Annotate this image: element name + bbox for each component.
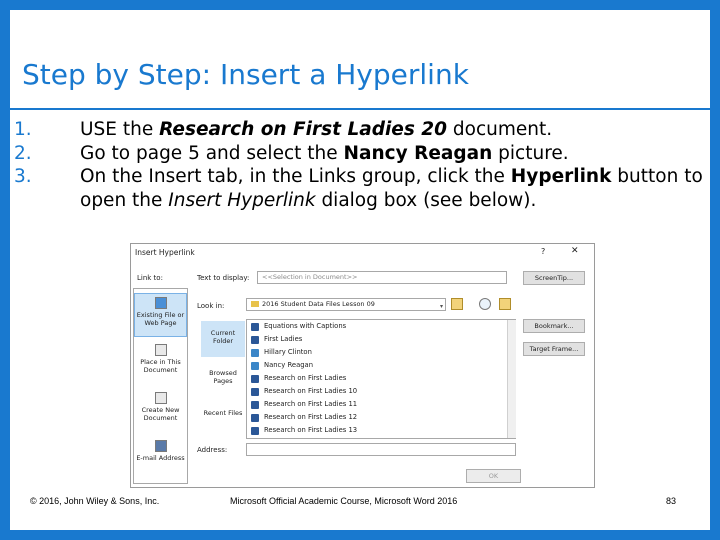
bookmark-button[interactable]: Bookmark... <box>523 319 585 333</box>
screentip-button[interactable]: ScreenTip... <box>523 271 585 285</box>
step-item: 3. On the Insert tab, in the Links group,… <box>14 165 704 212</box>
email-icon <box>154 440 167 452</box>
step-text-part: USE the <box>80 119 160 140</box>
look-in-select[interactable]: 2016 Student Data Files Lesson 09 ▾ <box>246 298 446 311</box>
picture-icon <box>251 362 259 370</box>
file-list-item[interactable]: Research on First Ladies 12 <box>247 411 515 424</box>
file-name: First Ladies <box>264 335 303 343</box>
folder-up-icon[interactable] <box>451 298 463 310</box>
address-input[interactable] <box>246 443 516 456</box>
word-doc-icon <box>251 323 259 331</box>
globe-icon <box>154 297 167 309</box>
text-to-display-label: Text to display: <box>197 274 250 282</box>
link-to-label: Link to: <box>137 274 163 282</box>
file-name: Nancy Reagan <box>264 361 314 369</box>
file-list-item[interactable]: Nancy Reagan <box>247 359 515 372</box>
step-text-part: Insert Hyperlink <box>168 189 316 211</box>
link-to-item[interactable]: Create New Document <box>134 389 187 433</box>
link-to-item-label: E-mail Address <box>136 454 185 462</box>
file-name: Research on First Ladies 13 <box>264 426 358 434</box>
word-doc-icon <box>251 427 259 435</box>
step-text-part: dialog box (see below). <box>315 189 537 211</box>
document-icon <box>154 344 167 356</box>
file-list-item[interactable]: Research on First Ladies 11 <box>247 398 515 411</box>
link-to-item-label: Create New Document <box>141 406 180 422</box>
new-document-icon <box>154 392 167 404</box>
step-text-part: On the Insert tab, in the Links group, c… <box>80 166 511 187</box>
step-text-part: Go to page 5 and select the <box>80 142 344 164</box>
word-doc-icon <box>251 388 259 396</box>
look-in-value: 2016 Student Data Files Lesson 09 <box>262 300 375 308</box>
step-text: USE the Research on First Ladies 20 docu… <box>80 119 552 140</box>
insert-hyperlink-dialog: Insert Hyperlink ? ✕ Link to: Text to di… <box>130 243 595 488</box>
file-name: Research on First Ladies 11 <box>264 400 358 408</box>
look-in-label: Look in: <box>197 302 225 310</box>
step-number: 3. <box>14 166 32 187</box>
file-name: Research on First Ladies 12 <box>264 413 358 421</box>
step-number: 1. <box>14 119 32 140</box>
link-to-item-label: Place in This Document <box>140 358 181 374</box>
file-list-item[interactable]: Research on First Ladies 13 <box>247 424 515 437</box>
word-doc-icon <box>251 414 259 422</box>
close-button[interactable]: ✕ <box>571 246 579 256</box>
address-label: Address: <box>197 446 228 454</box>
step-text-part: Research on First Ladies 20 <box>159 119 448 140</box>
link-to-item-label: Existing File or Web Page <box>136 311 185 327</box>
footer-copyright: © 2016, John Wiley & Sons, Inc. <box>30 496 160 506</box>
folder-icon <box>251 301 259 307</box>
file-list: Equations with Captions First Ladies Hilla… <box>246 319 516 439</box>
file-name: Research on First Ladies 10 <box>264 387 358 395</box>
step-item: 2. Go to page 5 and select the Nancy Reag… <box>14 142 704 166</box>
link-to-item[interactable]: Place in This Document <box>134 341 187 385</box>
folder-view-item[interactable]: Current Folder <box>201 321 245 357</box>
folder-view-item[interactable]: Recent Files <box>201 401 245 437</box>
slide-title: Step by Step: Insert a Hyperlink <box>22 58 469 91</box>
step-text-part: Hyperlink <box>510 166 612 187</box>
step-text: Go to page 5 and select the Nancy Reagan… <box>80 143 569 164</box>
file-list-item[interactable]: Hillary Clinton <box>247 346 515 359</box>
link-to-item[interactable]: Existing File or Web Page <box>134 293 187 337</box>
help-button[interactable]: ? <box>541 247 545 256</box>
text-to-display-input[interactable]: <<Selection in Document>> <box>257 271 507 284</box>
file-list-item[interactable]: Research on First Ladies 10 <box>247 385 515 398</box>
file-list-scrollbar[interactable] <box>507 320 516 438</box>
link-to-item[interactable]: E-mail Address <box>134 437 187 481</box>
slide: Step by Step: Insert a Hyperlink 1. USE t… <box>0 0 720 540</box>
title-divider <box>10 108 710 110</box>
footer-course: Microsoft Official Academic Course, Micr… <box>230 496 458 506</box>
file-list-item[interactable]: Research on First Ladies <box>247 372 515 385</box>
word-doc-icon <box>251 336 259 344</box>
dialog-title: Insert Hyperlink <box>135 248 195 257</box>
step-number: 2. <box>14 142 32 164</box>
ok-button[interactable]: OK <box>466 469 521 483</box>
step-item: 1. USE the Research on First Ladies 20 do… <box>14 118 704 142</box>
word-doc-icon <box>251 375 259 383</box>
open-folder-icon[interactable] <box>499 298 511 310</box>
folder-view-panel: Current Folder Browsed Pages Recent Files <box>201 319 245 439</box>
file-name: Research on First Ladies <box>264 374 347 382</box>
file-list-item[interactable]: First Ladies <box>247 333 515 346</box>
file-list-item[interactable]: Equations with Captions <box>247 320 515 333</box>
target-frame-button[interactable]: Target Frame... <box>523 342 585 356</box>
file-name: Hillary Clinton <box>264 348 312 356</box>
link-to-panel: Existing File or Web Page Place in This D… <box>133 288 188 484</box>
folder-view-item[interactable]: Browsed Pages <box>201 361 245 397</box>
chevron-down-icon: ▾ <box>439 303 443 310</box>
footer-page-number: 83 <box>666 496 677 506</box>
word-doc-icon <box>251 401 259 409</box>
step-text-part: picture. <box>492 142 569 164</box>
picture-icon <box>251 349 259 357</box>
step-text-part: Nancy Reagan <box>343 142 493 164</box>
step-text-part: document. <box>447 119 553 140</box>
steps-list: 1. USE the Research on First Ladies 20 do… <box>14 118 704 212</box>
step-text: On the Insert tab, in the Links group, c… <box>80 166 709 211</box>
search-web-icon[interactable] <box>479 298 491 310</box>
file-name: Equations with Captions <box>264 322 347 330</box>
